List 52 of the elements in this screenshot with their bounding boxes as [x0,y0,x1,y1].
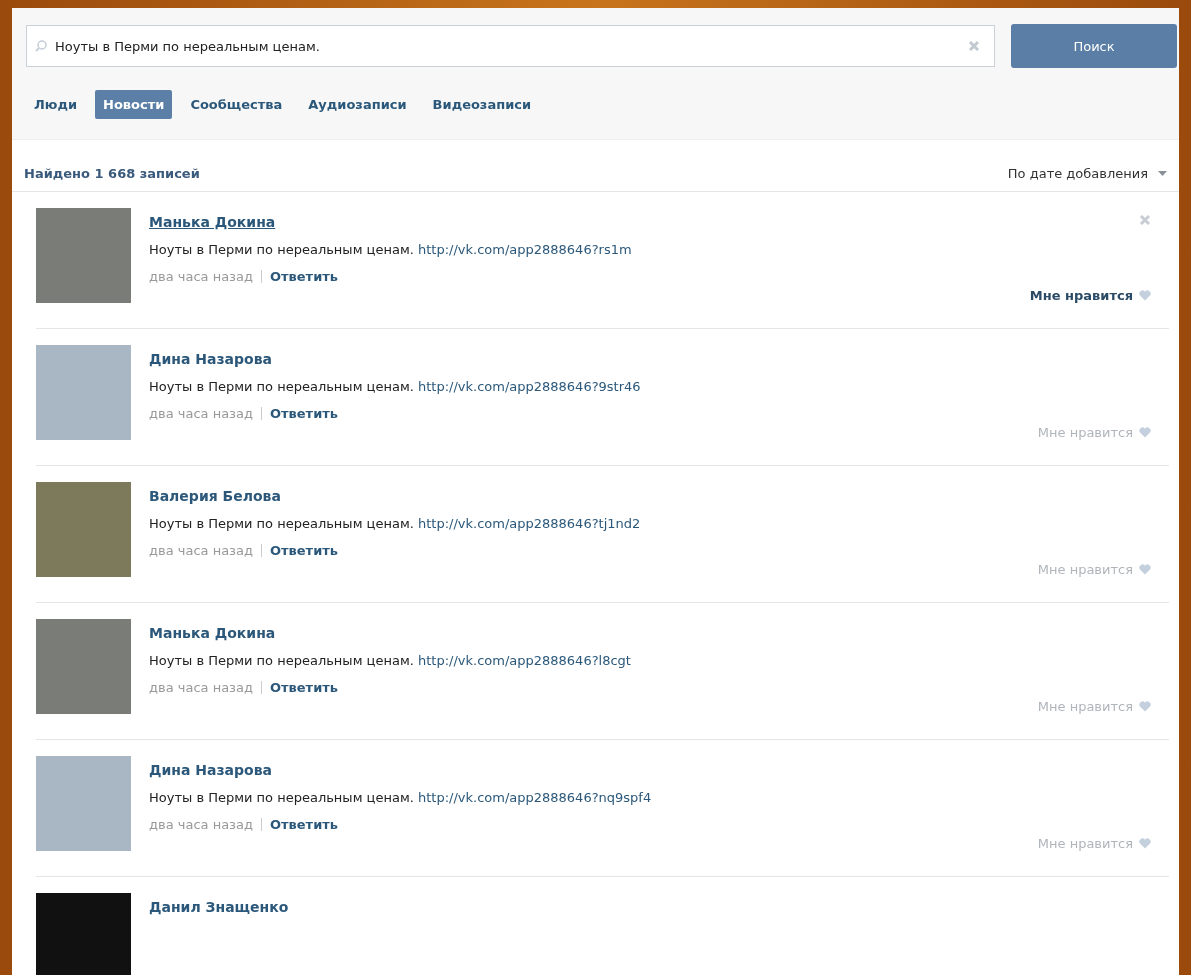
heart-icon [1139,838,1151,849]
post-time: два часа назад [149,269,253,284]
post-text: Ноуты в Перми по нереальным ценам. http://vk.com/app2888646?nq9spf4 [149,790,653,805]
post-link[interactable]: http://vk.com/app2888646?nq9spf4 [417,790,652,805]
tab[interactable]: Видеозаписи [424,90,540,119]
post-link[interactable]: http://vk.com/app2888646?rs1m [417,242,632,257]
tab[interactable]: Аудиозаписи [300,90,415,119]
heart-icon [1139,427,1151,438]
post-text: Ноуты в Перми по нереальным ценам. http://vk.com/app2888646?l8cgt [149,653,632,668]
post-text: Ноуты в Перми по нереальным ценам. http://vk.com/app2888646?9str46 [149,379,642,394]
reply-link[interactable]: Ответить [270,406,338,421]
author-link[interactable]: Дина Назарова [149,762,272,778]
post-text: Ноуты в Перми по нереальным ценам. http://vk.com/app2888646?tj1nd2 [149,516,642,531]
post-time: два часа назад [149,406,253,421]
author-link[interactable]: Данил Знащенко [149,899,289,915]
results-count: Найдено 1 668 записей [24,166,200,181]
search-field[interactable]: Ноуты в Перми по нереальным ценам. [26,25,995,67]
tab[interactable]: Люди [26,90,86,119]
avatar-placeholder[interactable] [36,345,131,440]
reply-link[interactable]: Ответить [270,543,338,558]
search-button[interactable]: Поиск [1011,24,1177,68]
avatar-placeholder[interactable] [36,893,131,975]
tab[interactable]: Сообщества [182,90,291,119]
avatar-placeholder[interactable] [36,756,131,851]
search-query: Ноуты в Перми по нереальным ценам. [55,38,321,54]
like-button[interactable]: Мне нравится [1029,288,1151,303]
author-link[interactable]: Дина Назарова [149,351,272,367]
post-link[interactable]: http://vk.com/app2888646?9str46 [417,379,641,394]
post-link[interactable]: http://vk.com/app2888646?tj1nd2 [417,516,641,531]
reply-link[interactable]: Ответить [270,817,338,832]
reply-link[interactable]: Ответить [270,680,338,695]
avatar-placeholder[interactable] [36,482,131,577]
tab[interactable]: Новости [95,90,173,119]
post-time: два часа назад [149,817,253,832]
heart-icon [1139,564,1151,575]
post-time: два часа назад [149,543,253,558]
avatar-placeholder[interactable] [36,208,131,303]
sort-dropdown[interactable]: По дате добавления [1007,166,1167,181]
caret-icon [1158,170,1167,177]
reply-link[interactable]: Ответить [270,269,338,284]
clear-icon[interactable] [968,40,980,52]
post-text: Ноуты в Перми по нереальным ценам. http://vk.com/app2888646?rs1m [149,242,633,257]
author-link[interactable]: Валерия Белова [149,488,281,504]
post-time: два часа назад [149,680,253,695]
close-icon[interactable] [1139,214,1151,226]
heart-icon [1139,290,1151,301]
author-link[interactable]: Манька Докина [149,625,276,641]
search-icon [35,40,47,52]
heart-icon [1139,701,1151,712]
author-link[interactable]: Манька Докина [149,214,276,230]
post-link[interactable]: http://vk.com/app2888646?l8cgt [417,653,631,668]
avatar-placeholder[interactable] [36,619,131,714]
